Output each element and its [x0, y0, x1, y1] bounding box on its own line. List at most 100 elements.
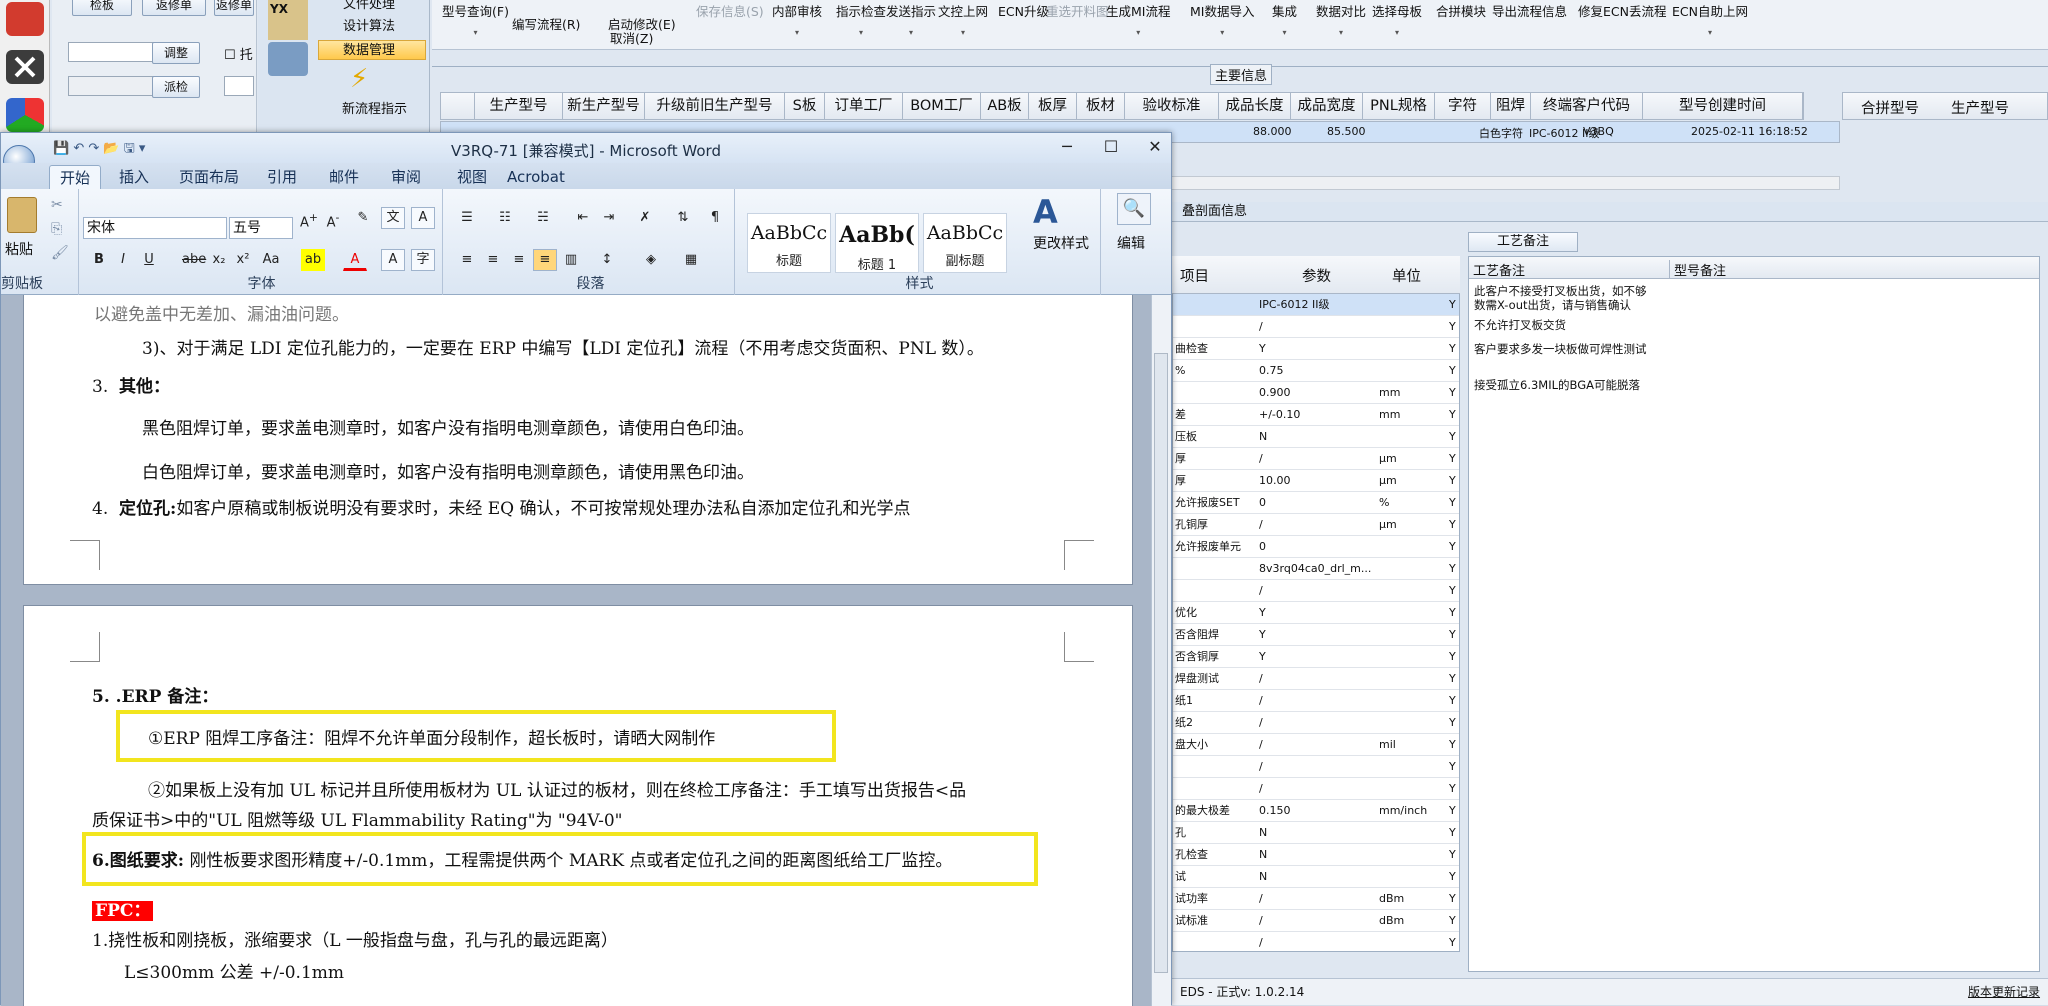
word-titlebar[interactable]: 💾 ↶ ↷ 📂 🖫 ▾ V3RQ-71 [兼容模式] - Microsoft W… — [1, 133, 1171, 163]
rework2-button[interactable]: 返修单 — [214, 0, 254, 16]
erp-ribbon-item[interactable]: 型号查询(F) ▾ — [442, 1, 509, 37]
param-row[interactable]: 孔检查 N Y — [1173, 844, 1459, 866]
char-border-icon[interactable]: A — [411, 207, 435, 229]
minimize-icon[interactable]: ─ — [1047, 135, 1087, 159]
shading-icon[interactable]: ◈ — [639, 249, 663, 271]
param-row[interactable]: % 0.75 Y — [1173, 360, 1459, 382]
erp-ribbon-item[interactable]: 生成MI流程 ▾ — [1106, 1, 1170, 37]
erp-ribbon-item[interactable]: 集成 ▾ — [1272, 1, 1297, 37]
style-subtitle[interactable]: AaBbCc 副标题 — [923, 213, 1007, 273]
change-styles-icon[interactable]: A — [1033, 193, 1058, 231]
grid-column-header[interactable]: 型号创建时间 — [1643, 93, 1803, 119]
font-color-icon[interactable]: A — [343, 249, 367, 271]
grid-column-header[interactable]: BOM工厂 — [903, 93, 981, 119]
maximize-icon[interactable]: ☐ — [1091, 135, 1131, 159]
param-row[interactable]: 优化 Y Y — [1173, 602, 1459, 624]
erp-ribbon-item[interactable]: 导出流程信息 — [1492, 1, 1567, 28]
erp-ribbon-item[interactable]: 重选开料图 — [1046, 1, 1109, 28]
align-left-icon[interactable]: ≡ — [455, 249, 479, 271]
tab-5[interactable]: 审阅 — [381, 165, 431, 189]
scrollbar-thumb[interactable] — [1154, 353, 1168, 973]
erp-ribbon-item[interactable]: ECN升级 — [998, 1, 1049, 28]
tab-1[interactable]: 插入 — [109, 165, 159, 189]
app-g-icon[interactable] — [6, 2, 44, 36]
erp-ribbon-item[interactable]: 发送指示 ▾ — [886, 1, 936, 37]
tab-0[interactable]: 开始 — [49, 165, 102, 189]
nav-design-algo[interactable]: 设计算法 — [318, 16, 426, 36]
combo-input-1[interactable] — [68, 42, 156, 62]
bullets-icon[interactable]: ☰ — [455, 207, 479, 229]
close-icon[interactable]: ✕ — [1135, 135, 1175, 159]
erp-ribbon-item[interactable]: 编写流程(R) — [512, 14, 580, 41]
tab-process-notes[interactable]: 工艺备注 — [1468, 232, 1578, 252]
grid-column-header[interactable]: PNL规格 — [1363, 93, 1435, 119]
chinese-layout-icon[interactable]: ✗ — [633, 207, 657, 229]
param-row[interactable]: / Y — [1173, 778, 1459, 800]
increase-indent-icon[interactable]: ⇥ — [597, 207, 621, 229]
grid-column-header[interactable]: 字符 — [1435, 93, 1491, 119]
param-row[interactable]: IPC-6012 II级 Y — [1173, 294, 1459, 316]
tab-7[interactable]: Acrobat — [497, 165, 575, 189]
show-marks-icon[interactable]: ¶ — [703, 207, 727, 229]
superscript-icon[interactable]: x² — [231, 249, 255, 271]
erp-ribbon-item[interactable]: 内部审核 ▾ — [772, 1, 822, 37]
param-row[interactable]: 压板 N Y — [1173, 426, 1459, 448]
clear-format-icon[interactable]: 文 — [381, 207, 405, 229]
tuo-checkbox[interactable]: ☐ 托 — [224, 44, 253, 63]
style-heading1[interactable]: AaBb(标题 1 — [835, 213, 919, 273]
param-row[interactable]: / Y — [1173, 580, 1459, 602]
chart-app-icon[interactable] — [6, 98, 44, 132]
erp-ribbon-item[interactable]: 修复ECN丢流程 — [1578, 1, 1666, 28]
param-row[interactable]: 纸2 / Y — [1173, 712, 1459, 734]
borders-icon[interactable]: ▦ — [679, 249, 703, 271]
tab-2[interactable]: 页面布局 — [169, 165, 249, 189]
change-styles-label[interactable]: 更改样式 — [1033, 233, 1089, 253]
subscript-icon[interactable]: x₂ — [207, 249, 231, 271]
param-row[interactable]: 焊盘测试 / Y — [1173, 668, 1459, 690]
param-row[interactable]: 盘大小 / mil Y — [1173, 734, 1459, 756]
grid-column-header[interactable]: 板材 — [1077, 93, 1125, 119]
grid-column-header[interactable]: 成品长度 — [1219, 93, 1291, 119]
param-row[interactable]: 厚 10.00 μm Y — [1173, 470, 1459, 492]
distribute-icon[interactable]: ▥ — [559, 249, 583, 271]
underline-icon[interactable]: U — [137, 249, 161, 271]
grid-column-header[interactable]: 升级前旧生产型号 — [645, 93, 785, 119]
param-row[interactable]: 0.900 mm Y — [1173, 382, 1459, 404]
line-spacing-icon[interactable]: ↕ — [595, 249, 619, 271]
param-row[interactable]: 厚 / μm Y — [1173, 448, 1459, 470]
document-area[interactable]: 以避免盖中无差加、漏油油问题。 3)、对于满足 LDI 定位孔能力的，一定要在 … — [1, 295, 1151, 1006]
style-title[interactable]: AaBbCc 标题 — [747, 213, 831, 273]
param-row[interactable]: 否含阻焊 Y Y — [1173, 624, 1459, 646]
italic-icon[interactable]: I — [111, 249, 135, 271]
param-row[interactable]: 差 +/-0.10 mm Y — [1173, 404, 1459, 426]
param-row[interactable]: 曲检查 Y Y — [1173, 338, 1459, 360]
grid-column-header[interactable]: 订单工厂 — [825, 93, 903, 119]
grid-column-header[interactable]: 新生产型号 — [563, 93, 645, 119]
grid-column-header[interactable]: 板厚 — [1029, 93, 1077, 119]
change-case-icon[interactable]: ✎ — [351, 207, 375, 229]
combo-input-3[interactable] — [224, 76, 254, 96]
font-name-input[interactable]: 宋体 — [83, 217, 227, 239]
combo-input-2[interactable] — [68, 76, 156, 96]
nav-data-management[interactable]: 数据管理 — [318, 40, 426, 60]
grid-column-header[interactable]: 阻焊 — [1491, 93, 1531, 119]
param-row[interactable]: 试功率 / dBm Y — [1173, 888, 1459, 910]
param-row[interactable]: / Y — [1173, 316, 1459, 338]
grid-column-header[interactable]: 终端客户代码 — [1531, 93, 1643, 119]
adjust-button[interactable]: 调整 — [152, 42, 200, 64]
param-row[interactable]: / Y — [1173, 932, 1459, 950]
shrink-font-icon[interactable]: A- — [321, 207, 345, 230]
param-row[interactable]: 允许报废单元 0 Y — [1173, 536, 1459, 558]
erp-ribbon-item[interactable]: ECN自助上网 ▾ — [1672, 1, 1748, 37]
multilevel-icon[interactable]: ☵ — [531, 207, 555, 229]
grid-column-header[interactable]: 生产型号 — [475, 93, 563, 119]
param-row[interactable]: 否含铜厚 Y Y — [1173, 646, 1459, 668]
param-row[interactable]: 的最大极差 0.150 mm/inch Y — [1173, 800, 1459, 822]
dispatch-button[interactable]: 派检 — [152, 76, 200, 98]
grid-column-header[interactable]: 成品宽度 — [1291, 93, 1363, 119]
paste-icon[interactable] — [7, 197, 37, 233]
highlight-icon[interactable]: ab — [301, 249, 325, 271]
sort-icon[interactable]: ⇅ — [671, 207, 695, 229]
erp-ribbon-item[interactable]: 合拼模块 — [1436, 1, 1486, 28]
enclose-char-icon[interactable]: 字 — [411, 249, 435, 271]
